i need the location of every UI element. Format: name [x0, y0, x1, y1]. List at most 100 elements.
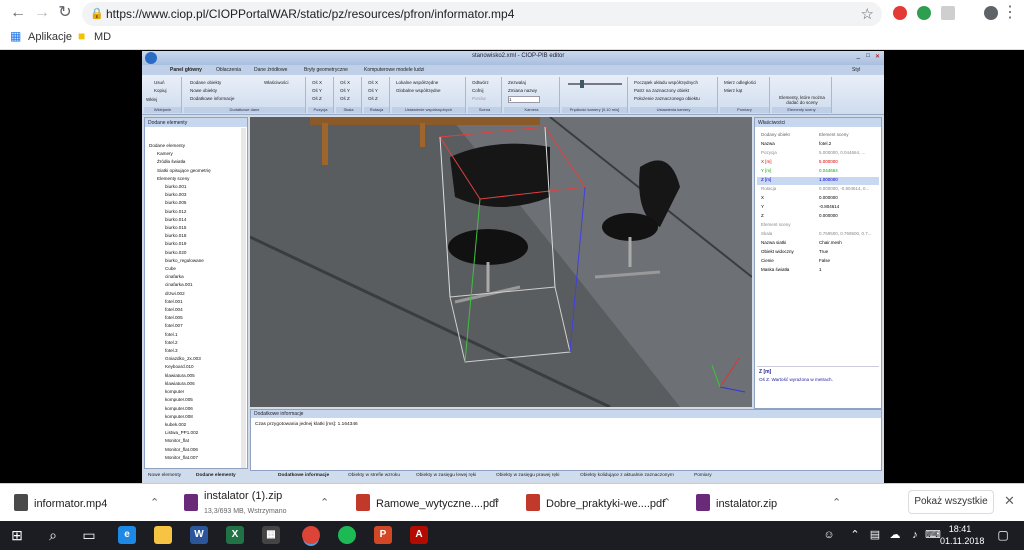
tree-item[interactable]: fotel.001 [149, 298, 245, 306]
video-frame[interactable]: stanowisko2.xml - CIOP-PIB editor _ □ ✕ … [0, 51, 1024, 483]
chevron-up-icon[interactable]: ⌃ [832, 496, 841, 509]
tree-item[interactable]: biurko.012 [149, 208, 245, 216]
property-row[interactable]: Cienie False [757, 258, 879, 266]
tree-item[interactable]: biurko.005 [149, 199, 245, 207]
property-row[interactable]: Z [m] 1.000000 [757, 177, 879, 185]
checkbox-zezwalaj[interactable]: Zezwalaj [508, 80, 526, 85]
tree-item[interactable]: Keyboard.010 [149, 363, 245, 371]
tree-item[interactable]: kubek.002 [149, 421, 245, 429]
odtworz-button[interactable]: Odtwórz [472, 80, 489, 85]
property-value[interactable]: fotel.2 [819, 141, 831, 146]
download-item[interactable]: informator.mp4 ⌃ [14, 484, 174, 522]
property-value[interactable]: 0.000000, -0.804614, 0... [819, 186, 869, 191]
delete-button[interactable]: Usuń [154, 80, 165, 85]
calculator-icon[interactable]: ▦ [262, 526, 280, 544]
tree-item[interactable]: fotel.004 [149, 306, 245, 314]
grammarly-extension-icon[interactable] [917, 6, 931, 20]
excel-icon[interactable]: X [226, 526, 244, 544]
checkbox-zmiana-nazwy[interactable]: Zmiana nazwy [508, 88, 537, 93]
tree-item[interactable]: cinafarka.001 [149, 281, 245, 289]
menu-icon[interactable]: ⋮ [1000, 3, 1020, 23]
back-icon[interactable]: ← [8, 3, 28, 23]
property-value[interactable]: 5.000000 [819, 159, 838, 164]
close-icon[interactable]: ✕ [1004, 493, 1015, 509]
bookmark-star-icon[interactable]: ☆ [861, 5, 874, 23]
property-value[interactable]: 0.769500, 0.769500, 0.7... [819, 231, 872, 236]
clock[interactable]: 18:41 01.11.2018 [940, 523, 984, 547]
checkbox-dodane-obiekty[interactable]: Dodane obiekty [190, 80, 221, 85]
file-explorer-icon[interactable] [154, 526, 172, 544]
chevron-up-icon[interactable]: ⌃ [662, 496, 671, 509]
tree-item[interactable]: Cube [149, 265, 245, 273]
show-all-button[interactable]: Pokaż wszystkie [908, 490, 994, 514]
tree-item[interactable]: fotel.2 [149, 339, 245, 347]
radio-globalne[interactable]: Globalne współrzędne [396, 88, 441, 93]
pos-x[interactable]: Oś X [312, 80, 322, 85]
tree-item[interactable]: biurko.018 [149, 232, 245, 240]
tree-item[interactable]: cinafarka [149, 273, 245, 281]
forward-icon[interactable]: → [32, 3, 52, 23]
task-view-icon[interactable]: ▭ [78, 524, 100, 546]
opera-extension-icon[interactable] [893, 6, 907, 20]
redo-button[interactable]: Ponów [472, 96, 486, 101]
scale-x[interactable]: Oś X [340, 80, 350, 85]
property-row[interactable]: X [m] 5.000000 [757, 159, 879, 167]
spotify-icon[interactable] [338, 526, 356, 544]
profile-avatar[interactable] [984, 6, 998, 20]
property-row[interactable]: Pozycja 5.000000, 0.044664, ... [757, 150, 879, 158]
bookmark-md[interactable]: MD [94, 31, 111, 43]
tree-item[interactable]: Siatki opisujące geometrię [149, 167, 245, 175]
chevron-up-icon[interactable]: ⌃ [150, 496, 159, 509]
tree-item[interactable]: komputer.005 [149, 396, 245, 404]
pos-y[interactable]: Oś Y [312, 88, 322, 93]
property-value[interactable]: False [819, 258, 830, 263]
download-item[interactable]: Ramowe_wytyczne....pdf ⌃ [356, 484, 516, 522]
app-orb-icon[interactable] [145, 52, 157, 64]
tree-item[interactable]: Gniazdko_2x.003 [149, 355, 245, 363]
tree-item[interactable]: biurko.015 [149, 224, 245, 232]
extension-icon[interactable] [941, 6, 955, 20]
property-row[interactable]: Obiekt widoczny True [757, 249, 879, 257]
paste-button[interactable]: Wklej [146, 97, 157, 102]
speed-slider[interactable] [568, 83, 622, 85]
tree-item[interactable]: fotel.005 [149, 314, 245, 322]
tree-item[interactable]: Elementy sceny [149, 175, 245, 183]
camera-spinner[interactable]: 1 [508, 96, 540, 103]
chevron-up-icon[interactable]: ⌃ [320, 496, 329, 509]
tab-lewa-reka[interactable]: Obiekty w zasięgu lewej ręki [416, 473, 476, 478]
tray-chevron-icon[interactable]: ⌃ [844, 524, 866, 546]
chevron-up-icon[interactable]: ⌃ [492, 496, 501, 509]
tree-item[interactable]: Monitor_flat.007 [149, 454, 245, 462]
windows-start-icon[interactable]: ⊞ [6, 524, 28, 546]
bookmark-apps[interactable]: Aplikacje [28, 31, 72, 43]
property-row[interactable]: Z 0.000000 [757, 213, 879, 221]
tree-item[interactable]: klawiatura.006 [149, 380, 245, 388]
address-bar[interactable]: 🔒 https://www.ciop.pl/CIOPPortalWAR/stat… [82, 2, 882, 26]
tab-panel-glowny[interactable]: Panel główny [170, 67, 202, 73]
measure-angle-button[interactable]: Mierz kąt [724, 88, 742, 93]
3d-viewport[interactable] [250, 117, 752, 407]
property-value[interactable]: True [819, 249, 828, 254]
tab-modele-ludzi[interactable]: Komputerowe modele ludzi [364, 67, 424, 73]
copy-button[interactable]: Kopiuj [154, 88, 167, 93]
tab-dodatkowe-informacje[interactable]: Dodatkowe informacje [278, 473, 329, 478]
property-value[interactable]: 0.000000 [819, 195, 838, 200]
tab-dodane-elementy[interactable]: Dodane elementy [196, 473, 236, 478]
scale-z[interactable]: Oś Z [340, 96, 350, 101]
tree-item[interactable]: klawiatura.005 [149, 372, 245, 380]
tree-item[interactable]: biurko.014 [149, 216, 245, 224]
tree-item[interactable]: Źródła światła [149, 158, 245, 166]
origin-button[interactable]: Początek układu współrzędnych [634, 80, 698, 85]
object-position-button[interactable]: Położenie zaznaczonego obiektu [634, 96, 700, 101]
chrome-icon[interactable] [302, 526, 320, 544]
cloud-icon[interactable]: ☁ [884, 524, 906, 546]
tree-item[interactable]: komputer [149, 388, 245, 396]
radio-lokalne[interactable]: Lokalne współrzędne [396, 80, 438, 85]
tree-item[interactable]: biurko_regulowane [149, 257, 245, 265]
people-icon[interactable]: ☺ [818, 524, 840, 546]
tab-obliczenia[interactable]: Oblaczenia [216, 67, 241, 73]
url-text[interactable]: https://www.ciop.pl/CIOPPortalWAR/static… [106, 7, 514, 21]
tree-item[interactable]: biurko.020 [149, 249, 245, 257]
tree-item[interactable]: biurko.003 [149, 191, 245, 199]
network-icon[interactable]: ▤ [864, 524, 886, 546]
